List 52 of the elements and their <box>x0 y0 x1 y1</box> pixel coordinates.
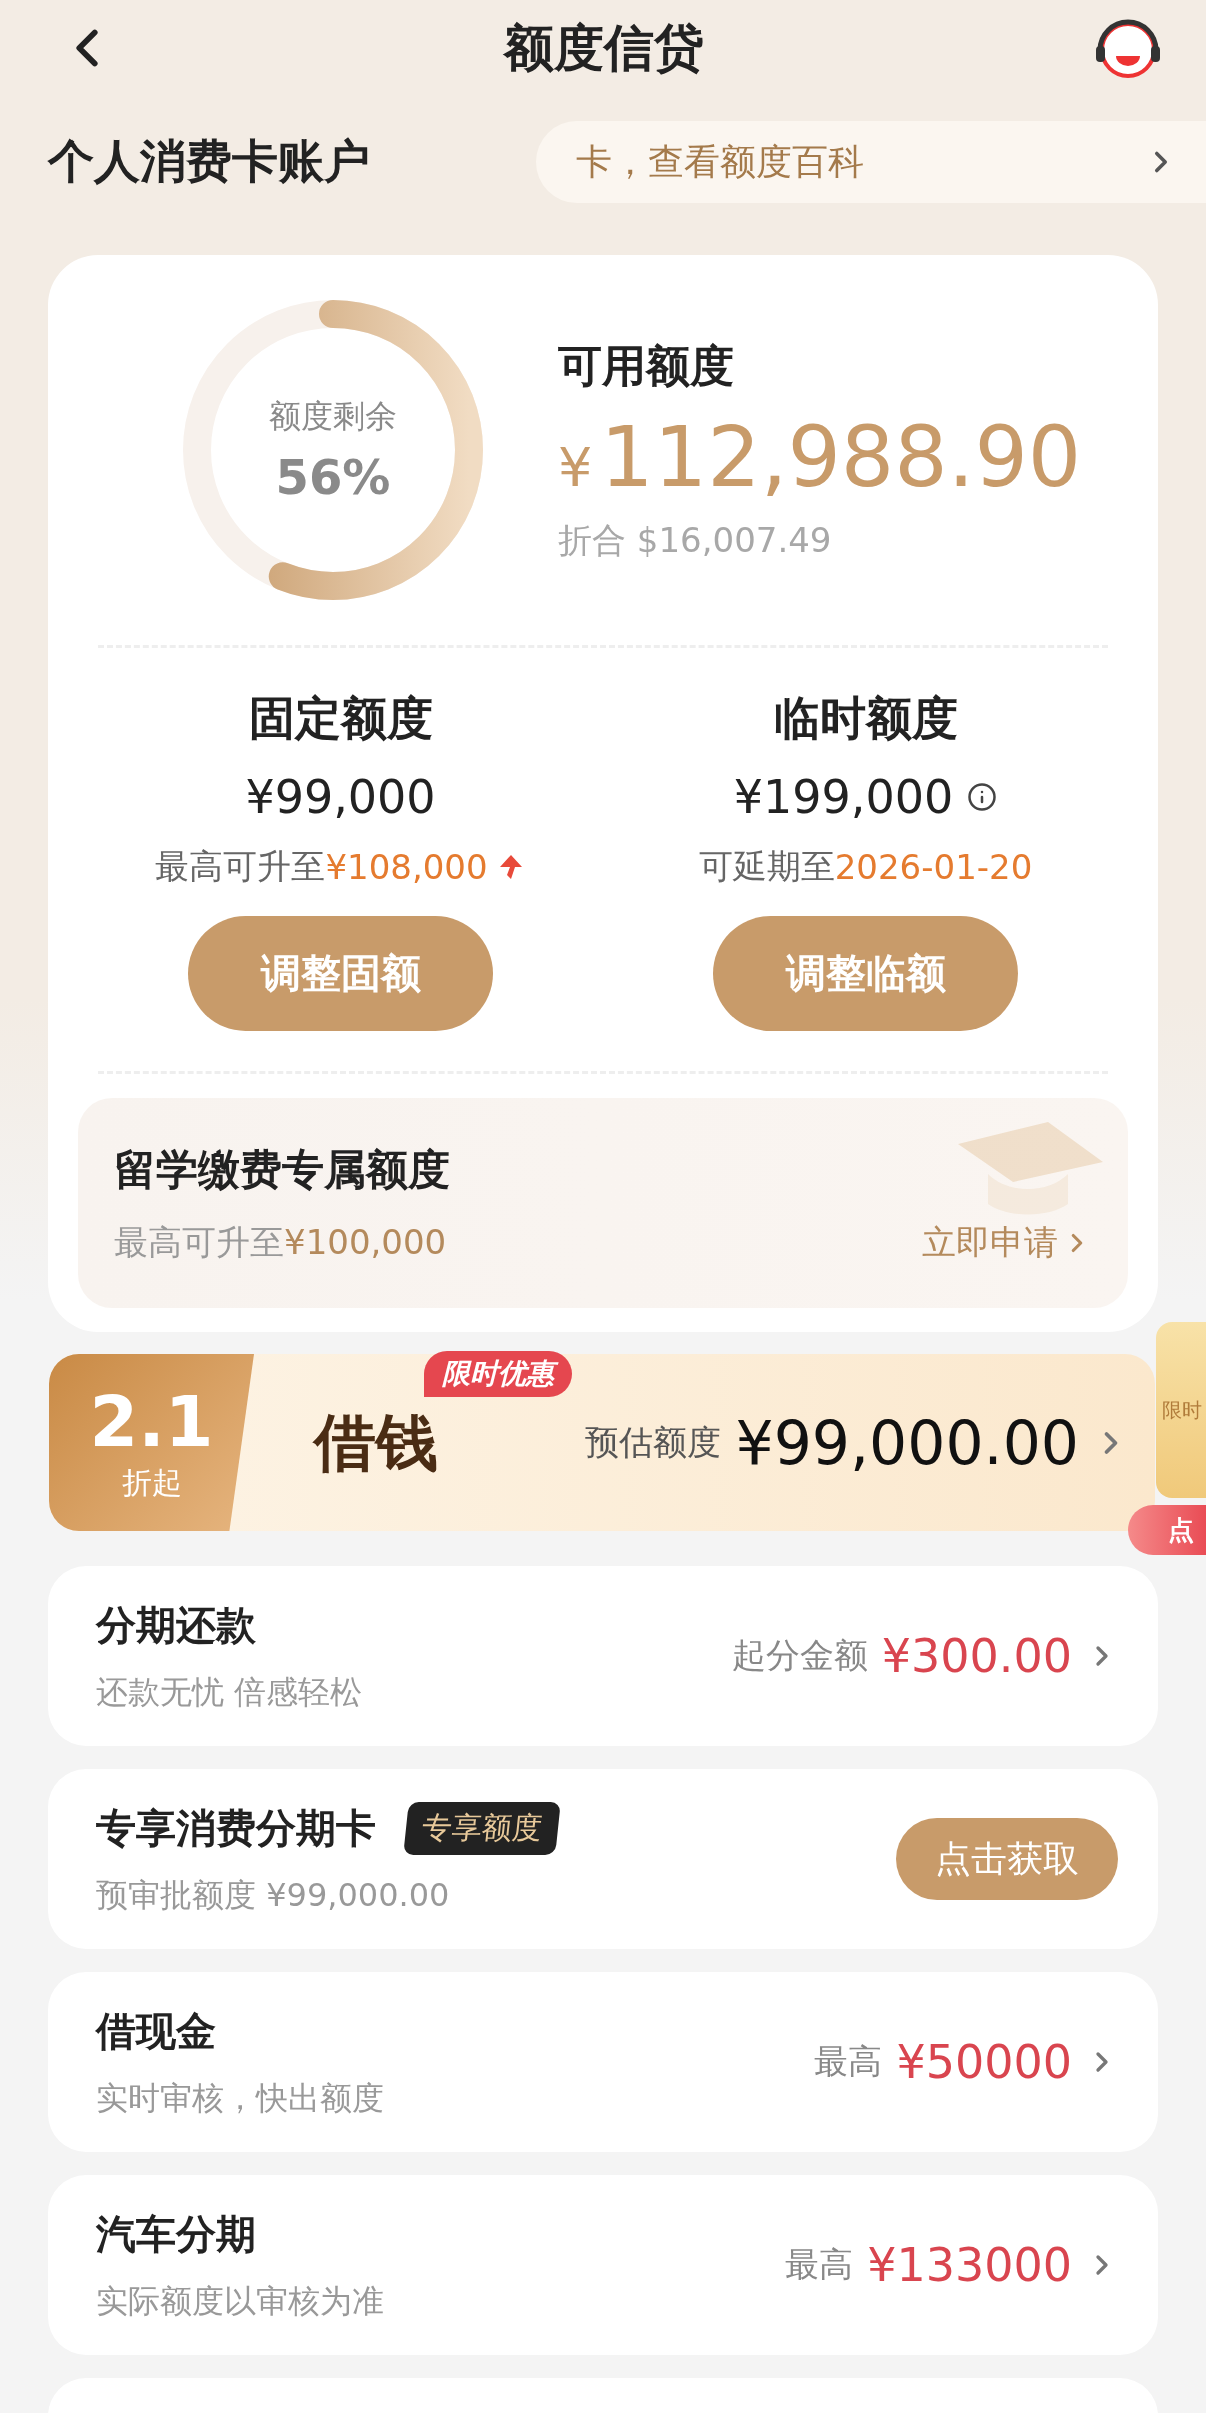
product-title: 汽车分期 <box>96 2209 256 2259</box>
product-label: 最高 <box>814 2040 883 2083</box>
ring-value: 56% <box>275 449 391 505</box>
discount-rate: 2.1 <box>89 1381 214 1463</box>
discount-unit: 折起 <box>121 1464 182 1502</box>
info-icon[interactable] <box>967 782 998 812</box>
product-subtitle: 还款无忧 倍感轻松 <box>96 1671 363 1713</box>
note-value: 2026-01-20 <box>834 847 1033 887</box>
converted-amount: 折合 $16,007.49 <box>558 518 833 562</box>
limit-title: 临时额度 <box>773 690 958 747</box>
product-label: 最高 <box>785 2243 854 2286</box>
loan-title: 借钱 <box>314 1405 438 1479</box>
product-subtitle: 预审批额度 ¥99,000.00 <box>96 1874 451 1916</box>
product-subtitle: 实时审核，快出额度 <box>96 2077 384 2119</box>
limit-value: ¥199,000 <box>733 770 954 824</box>
ring-label: 额度剩余 <box>269 396 397 437</box>
limit-title: 固定额度 <box>248 690 433 747</box>
notice-bar[interactable]: 卡，查看额度百科 <box>536 121 1206 203</box>
estimate-amount: ¥99,000.00 <box>735 1407 1079 1478</box>
adjust-button[interactable]: 调整临额 <box>713 916 1018 1031</box>
note-label: 最高可升至 <box>155 845 326 888</box>
estimate-label: 预估额度 <box>585 1420 722 1464</box>
product-card[interactable]: 借现金 实时审核，快出额度 最高 ¥50000 <box>48 1972 1158 2152</box>
adjust-button[interactable]: 调整固额 <box>188 916 493 1031</box>
product-card[interactable]: 汽车分期 实际额度以审核为准 最高 ¥133000 <box>48 2175 1158 2355</box>
note-value: ¥108,000 <box>325 847 488 887</box>
product-badge: 专享额度 <box>403 1801 561 1855</box>
apply-link[interactable]: 立即申请 <box>922 1220 1092 1266</box>
floating-ad-button[interactable]: 点 <box>1128 1505 1206 1555</box>
account-title: 个人消费卡账户 <box>48 133 370 190</box>
page-title: 额度信贷 <box>504 17 704 79</box>
product-card[interactable]: 分期还款 还款无忧 倍感轻松 起分金额 ¥300.00 <box>48 1566 1158 1746</box>
product-value: ¥133000 <box>867 2238 1072 2292</box>
note-label: 可延期至 <box>698 845 835 888</box>
available-title: 可用额度 <box>558 338 735 393</box>
loan-banner[interactable]: 2.1 折起 借钱 限时优惠 预估额度 ¥99,000.00 <box>49 1354 1155 1531</box>
floating-ad[interactable]: 限时 <box>1156 1322 1206 1498</box>
limit-value: ¥99,000 <box>245 770 436 824</box>
study-note: 最高可升至¥100,000 <box>114 1221 448 1264</box>
product-label: 起分金额 <box>731 1634 868 1677</box>
product-subtitle: 实际额度以审核为准 <box>96 2280 384 2322</box>
get-button[interactable]: 点击获取 <box>896 1818 1118 1900</box>
product-value: ¥50000 <box>896 2035 1072 2089</box>
study-title: 留学缴费专属额度 <box>114 1144 450 1196</box>
study-card[interactable]: 留学缴费专属额度 最高可升至¥100,000 立即申请 <box>78 1098 1128 1308</box>
product-title: 分期还款 <box>96 1600 256 1650</box>
product-card[interactable]: 专享消费分期卡 专享额度 预审批额度 ¥99,000.00 点击获取 <box>48 1769 1158 1949</box>
promo-tag: 限时优惠 <box>424 1350 572 1397</box>
product-title: 专享消费分期卡 <box>96 1803 376 1853</box>
available-amount: ¥112,988.90 <box>558 407 1082 506</box>
product-value: ¥300.00 <box>881 1629 1072 1683</box>
product-title: 借现金 <box>96 2006 216 2056</box>
